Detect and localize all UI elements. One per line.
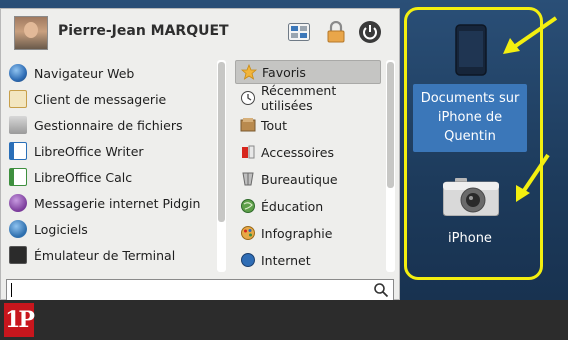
app-item-libreoffice-writer[interactable]: LibreOffice Writer bbox=[5, 138, 219, 164]
app-label: LibreOffice Calc bbox=[34, 169, 133, 185]
app-label: Messagerie internet Pidgin bbox=[34, 195, 201, 211]
category-label: Tout bbox=[261, 117, 287, 133]
category-label: Accessoires bbox=[261, 144, 334, 160]
categories-scrollbar[interactable] bbox=[386, 60, 395, 272]
taskbar bbox=[0, 300, 568, 340]
user-name: Pierre-Jean MARQUET bbox=[58, 23, 229, 39]
app-item-file-manager[interactable]: Gestionnaire de fichiers bbox=[5, 112, 219, 138]
category-office[interactable]: Bureautique bbox=[235, 167, 381, 191]
app-label: LibreOffice Writer bbox=[34, 143, 144, 159]
power-icon[interactable] bbox=[358, 20, 382, 44]
text-cursor bbox=[11, 283, 12, 297]
category-favorites[interactable]: Favoris bbox=[235, 60, 381, 84]
category-all[interactable]: Tout bbox=[235, 113, 381, 137]
history-icon bbox=[240, 90, 256, 106]
app-label: Client de messagerie bbox=[34, 91, 167, 107]
software-icon bbox=[9, 220, 27, 238]
app-item-terminal[interactable]: Émulateur de Terminal bbox=[5, 242, 219, 268]
category-education[interactable]: Éducation bbox=[235, 194, 381, 218]
libreoffice-writer-icon bbox=[9, 142, 27, 160]
apps-scrollbar-thumb[interactable] bbox=[218, 62, 225, 222]
category-label: Bureautique bbox=[261, 171, 338, 187]
annotation-arrow-top bbox=[503, 16, 558, 54]
apps-scrollbar[interactable] bbox=[217, 60, 226, 272]
avatar[interactable] bbox=[14, 16, 48, 50]
menu-header: Pierre-Jean MARQUET bbox=[1, 9, 399, 55]
app-label: Navigateur Web bbox=[34, 65, 135, 81]
lock-icon[interactable] bbox=[324, 20, 348, 44]
mail-client-icon bbox=[9, 90, 27, 108]
app-item-libreoffice-calc[interactable]: LibreOffice Calc bbox=[5, 164, 219, 190]
annotation-arrow-bottom bbox=[516, 153, 550, 202]
camera-icon[interactable] bbox=[442, 178, 500, 220]
app-item-web-browser[interactable]: Navigateur Web bbox=[5, 60, 219, 86]
accessories-icon bbox=[240, 144, 256, 160]
app-label: Gestionnaire de fichiers bbox=[34, 117, 183, 133]
desktop-icon-iphone-label[interactable]: iPhone bbox=[413, 229, 527, 248]
category-label: Éducation bbox=[261, 198, 324, 214]
settings-icon[interactable] bbox=[287, 20, 311, 44]
star-icon bbox=[240, 63, 258, 80]
terminal-icon bbox=[9, 246, 27, 264]
education-icon bbox=[240, 198, 256, 214]
category-label: Favoris bbox=[262, 64, 306, 80]
app-label: Émulateur de Terminal bbox=[34, 247, 176, 263]
categories-scrollbar-thumb[interactable] bbox=[387, 62, 394, 188]
pidgin-icon bbox=[9, 194, 27, 212]
office-icon bbox=[240, 171, 256, 187]
category-recent[interactable]: Récemment utilisées bbox=[235, 83, 381, 113]
app-label: Logiciels bbox=[34, 221, 88, 237]
category-label: Récemment utilisées bbox=[261, 83, 337, 113]
all-apps-icon bbox=[240, 117, 256, 133]
app-item-software[interactable]: Logiciels bbox=[5, 216, 219, 242]
libreoffice-calc-icon bbox=[9, 168, 27, 186]
category-label: Internet bbox=[261, 252, 311, 268]
category-list: Favoris Récemment utilisées Tout Accesso… bbox=[235, 60, 385, 272]
category-graphics[interactable]: Infographie bbox=[235, 221, 381, 245]
category-internet[interactable]: Internet bbox=[235, 248, 381, 272]
app-item-pidgin[interactable]: Messagerie internet Pidgin bbox=[5, 190, 219, 216]
internet-icon bbox=[240, 252, 256, 268]
search-input[interactable] bbox=[6, 279, 394, 301]
iphone-device-icon[interactable] bbox=[455, 24, 487, 80]
desktop-icon-documents-label[interactable]: Documents sur iPhone de Quentin bbox=[413, 89, 527, 146]
app-item-mail-client[interactable]: Client de messagerie bbox=[5, 86, 219, 112]
graphics-icon bbox=[240, 225, 256, 241]
application-menu: Pierre-Jean MARQUET Navigateur Web Clien… bbox=[0, 8, 400, 301]
category-accessories[interactable]: Accessoires bbox=[235, 140, 381, 164]
category-label: Infographie bbox=[261, 225, 333, 241]
search-icon[interactable] bbox=[373, 282, 389, 302]
taskbar-logo[interactable]: 1P bbox=[4, 303, 35, 337]
file-manager-icon bbox=[9, 116, 27, 134]
favorites-app-list: Navigateur Web Client de messagerie Gest… bbox=[5, 60, 231, 272]
web-browser-icon bbox=[9, 64, 27, 82]
